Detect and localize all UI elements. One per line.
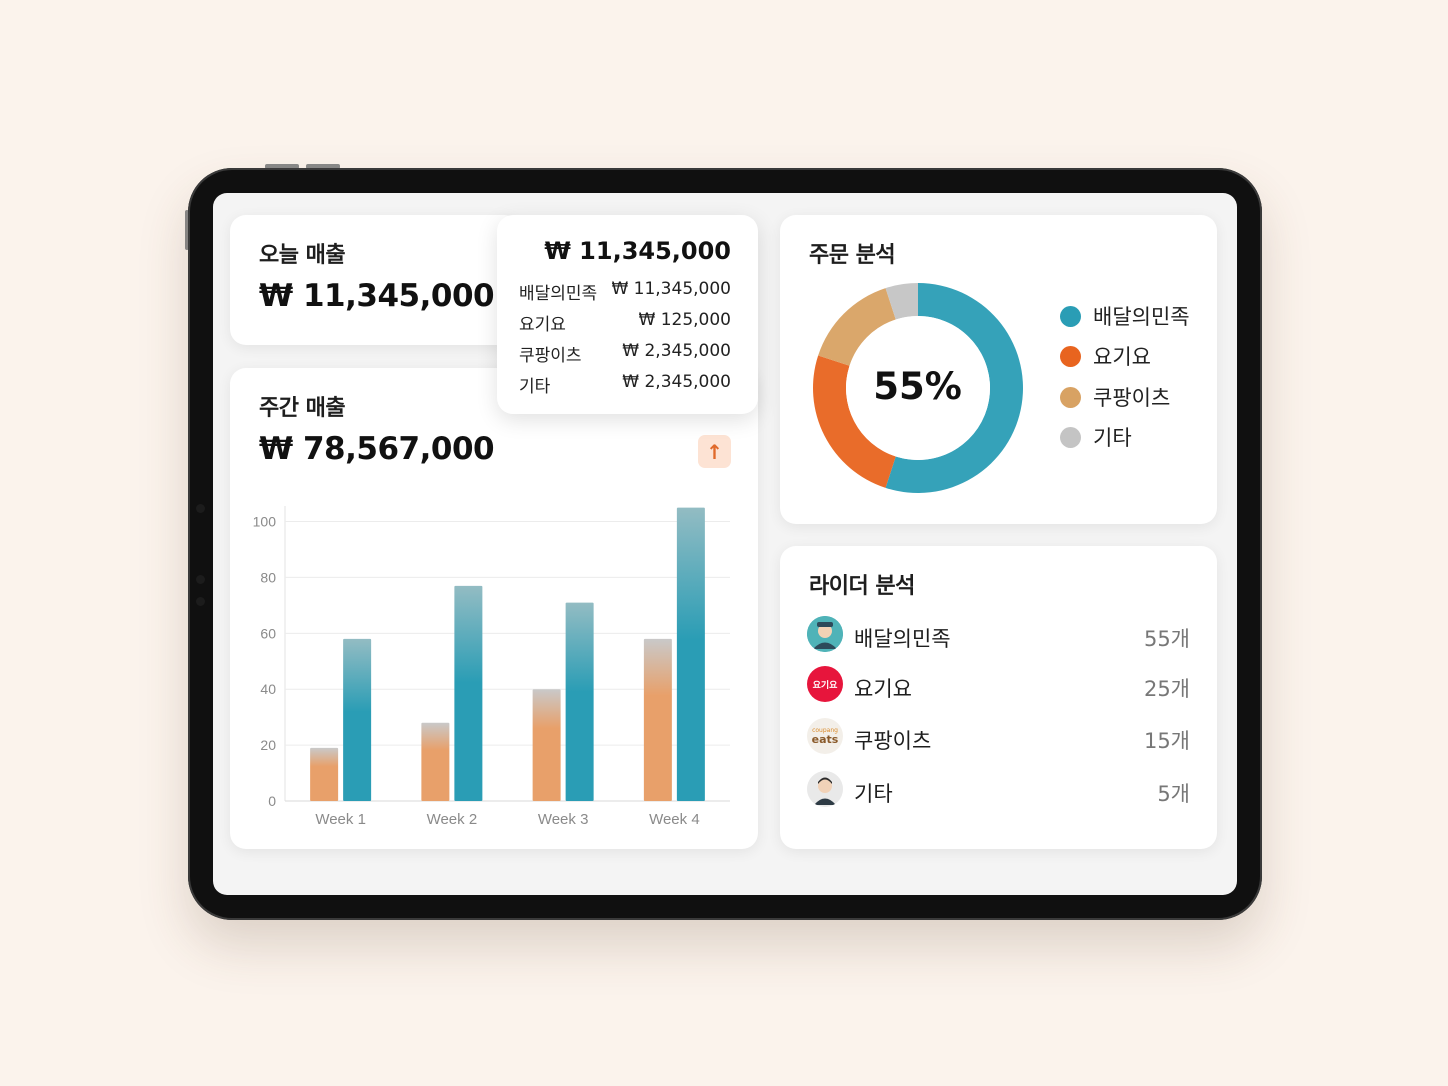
- rider-row[interactable]: 기타 5개: [807, 771, 1190, 809]
- today-sales-amount: ₩ 11,345,000: [259, 278, 495, 314]
- rider-row[interactable]: coupang eats 쿠팡이츠 15개: [807, 718, 1190, 756]
- rider-count: 15개: [1143, 729, 1190, 753]
- tablet-sensor: [196, 504, 205, 513]
- bar: [421, 722, 450, 801]
- breakdown-label: 기타: [519, 377, 551, 397]
- person-avatar: [807, 771, 843, 807]
- breakdown-value: ₩ 11,345,000: [611, 279, 731, 299]
- breakdown-label: 배달의민족: [519, 284, 598, 304]
- breakdown-row: 요기요 ₩ 125,000: [519, 310, 731, 335]
- x-tick-label: Week 1: [315, 811, 366, 828]
- rider-row[interactable]: 배달의민족 55개: [807, 616, 1190, 654]
- weekly-sales-bar-chart: 0 20 40 60 80 100 Week 1 Week 2 Week 3 Week 4: [253, 506, 730, 828]
- breakdown-value: ₩ 125,000: [638, 310, 731, 330]
- legend-dot: [1060, 305, 1081, 327]
- breakdown-value: ₩ 2,345,000: [622, 341, 731, 361]
- legend-item-other[interactable]: 기타: [1060, 424, 1132, 450]
- eats-logo-text: eats: [811, 732, 839, 746]
- y-tick-label: 40: [260, 681, 276, 697]
- y-tick-label: 20: [260, 737, 276, 753]
- y-tick-label: 100: [253, 514, 277, 530]
- breakdown-row: 쿠팡이츠 ₩ 2,345,000: [519, 341, 731, 366]
- legend-item-yogiyo[interactable]: 요기요: [1060, 343, 1151, 369]
- tablet-sensor: [196, 597, 205, 606]
- x-tick-label: Week 4: [649, 811, 700, 828]
- bar: [643, 638, 672, 801]
- dashboard-screen: 오늘 매출 ₩ 11,345,000 주간 매출 ₩ 78,567,000 ↑ …: [213, 193, 1237, 895]
- yogiyo-logo-text: 요기요: [812, 680, 838, 691]
- coupang-eats-logo: coupang eats: [807, 718, 843, 754]
- person-icon: [807, 771, 843, 807]
- tablet-sensor: [196, 575, 205, 584]
- bar: [565, 602, 594, 801]
- breakdown-row: 기타 ₩ 2,345,000: [519, 372, 731, 397]
- weekly-sales-card: 주간 매출 ₩ 78,567,000 ↑ 0 20 40 60 80 100 Week 1W…: [230, 368, 758, 849]
- legend-label: 배달의민족: [1093, 305, 1190, 329]
- bar: [454, 585, 483, 801]
- bar: [676, 507, 705, 801]
- y-tick-label: 80: [260, 569, 276, 585]
- bar: [343, 638, 372, 801]
- y-tick-label: 0: [268, 793, 276, 809]
- rider-count: 25개: [1143, 677, 1190, 701]
- breakdown-total: ₩ 11,345,000: [544, 237, 731, 265]
- today-sales-card[interactable]: 오늘 매출 ₩ 11,345,000: [230, 215, 520, 345]
- rider-name: 기타: [854, 782, 893, 806]
- donut-center-label: 55%: [873, 365, 962, 408]
- legend-dot: [1060, 386, 1081, 408]
- baemin-avatar: [807, 616, 843, 652]
- breakdown-label: 요기요: [519, 315, 566, 335]
- rider-name: 요기요: [854, 677, 912, 701]
- y-tick-label: 60: [260, 625, 276, 641]
- order-analysis-card: 주문 분석 55% 배달의민족 요기요 쿠팡이츠 기타: [780, 215, 1217, 524]
- breakdown-row: 배달의민족 ₩ 11,345,000: [519, 279, 731, 304]
- legend-item-coupang-eats[interactable]: 쿠팡이츠: [1060, 384, 1170, 410]
- legend-dot: [1060, 426, 1081, 448]
- rider-analysis-card: 라이더 분석 배달의민족 55개 요기요 요기요 25개 coupang eat…: [780, 546, 1217, 849]
- legend-label: 기타: [1093, 426, 1132, 450]
- bar: [310, 747, 339, 801]
- breakdown-value: ₩ 2,345,000: [622, 372, 731, 392]
- rider-count: 55개: [1143, 627, 1190, 651]
- legend-label: 쿠팡이츠: [1093, 386, 1171, 410]
- breakdown-label: 쿠팡이츠: [519, 346, 582, 366]
- legend-dot: [1060, 345, 1081, 367]
- sales-breakdown-popup: ₩ 11,345,000 배달의민족 ₩ 11,345,000 요기요 ₩ 12…: [497, 215, 758, 414]
- rider-count: 5개: [1157, 782, 1190, 806]
- rider-name: 쿠팡이츠: [854, 729, 932, 753]
- yogiyo-logo: 요기요: [807, 666, 843, 702]
- rider-illustration-icon: [807, 616, 843, 652]
- legend-label: 요기요: [1093, 345, 1151, 369]
- rider-name: 배달의민족: [854, 627, 951, 651]
- legend-item-baemin[interactable]: 배달의민족: [1060, 303, 1190, 329]
- rider-row[interactable]: 요기요 요기요 25개: [807, 666, 1190, 704]
- x-tick-label: Week 3: [538, 811, 589, 828]
- rider-analysis-title: 라이더 분석: [809, 574, 915, 599]
- x-tick-label: Week 2: [427, 811, 478, 828]
- bar: [532, 689, 561, 801]
- today-sales-title: 오늘 매출: [259, 243, 346, 268]
